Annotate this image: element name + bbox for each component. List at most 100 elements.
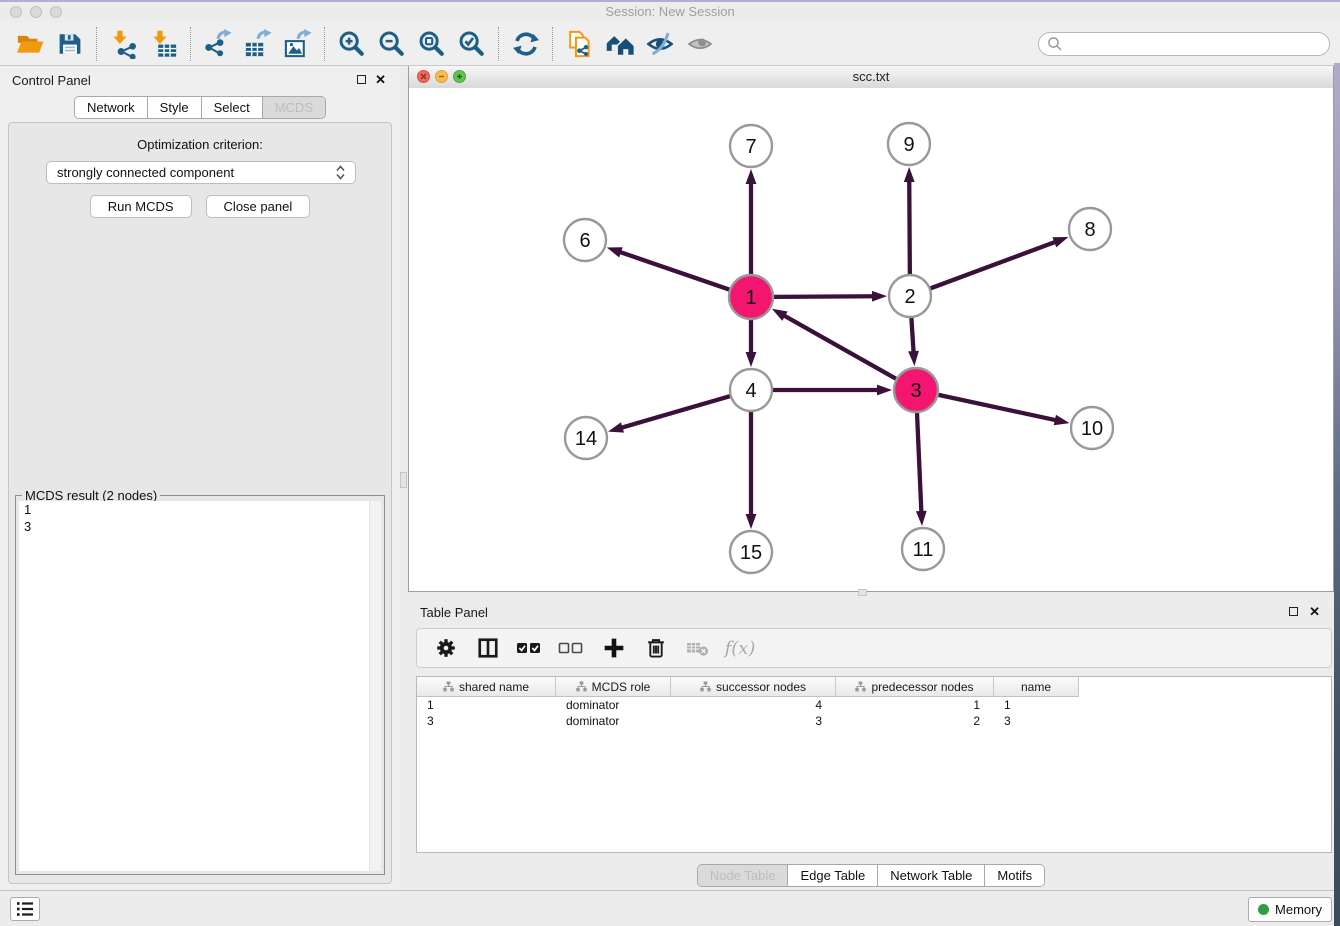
table-row[interactable]: 3dominator323 (417, 713, 1331, 729)
node-8[interactable]: 8 (1069, 208, 1111, 250)
memory-button[interactable]: Memory (1248, 897, 1332, 922)
show-all-networks-button[interactable] (600, 24, 640, 64)
apply-preferred-layout-button[interactable] (506, 24, 546, 64)
table-cell[interactable]: 2 (836, 714, 994, 728)
mcds-result-item[interactable]: 3 (19, 518, 381, 535)
table-row[interactable]: 1dominator411 (417, 697, 1331, 713)
scrollbar-track[interactable] (369, 501, 381, 871)
show-panels-button[interactable] (680, 24, 720, 64)
table-cell[interactable]: 3 (417, 714, 556, 728)
search-input[interactable] (1063, 35, 1321, 52)
float-table-panel-icon[interactable] (1289, 607, 1298, 616)
edge-3-1[interactable] (772, 309, 896, 379)
mcds-result-item[interactable]: 1 (19, 501, 381, 518)
column-header-name[interactable]: name (994, 677, 1079, 697)
minimize-window-button[interactable] (30, 6, 42, 18)
zoom-window-button[interactable] (50, 6, 62, 18)
node-1[interactable]: 1 (729, 275, 773, 319)
node-4[interactable]: 4 (730, 369, 772, 411)
vertical-splitter[interactable] (400, 66, 408, 890)
table-cell[interactable]: 3 (994, 714, 1079, 728)
tab-network[interactable]: Network (75, 97, 147, 118)
table-cell[interactable]: 1 (417, 698, 556, 712)
close-panel-icon[interactable]: ✕ (375, 73, 386, 87)
network-canvas[interactable]: 7 9 6 8 1 2 4 3 14 10 15 11 (409, 88, 1333, 591)
node-2[interactable]: 2 (889, 275, 931, 317)
table-cell[interactable]: 3 (671, 714, 836, 728)
deselect-all-button[interactable] (553, 630, 591, 666)
edge-2-8[interactable] (931, 237, 1069, 288)
duplicate-network-button[interactable] (560, 24, 600, 64)
horizontal-splitter-grip[interactable] (858, 589, 867, 596)
edge-1-4[interactable] (746, 320, 757, 367)
splitter-grip[interactable] (400, 472, 407, 488)
edge-1-7[interactable] (746, 169, 757, 274)
edge-4-14[interactable] (608, 396, 730, 432)
table-cell[interactable]: 4 (671, 698, 836, 712)
close-window-button[interactable] (10, 6, 22, 18)
delete-table-button[interactable] (679, 630, 717, 666)
select-all-button[interactable] (511, 630, 549, 666)
edge-2-9[interactable] (904, 167, 915, 274)
table-cell[interactable]: dominator (556, 698, 671, 712)
node-6[interactable]: 6 (564, 219, 606, 261)
export-table-button[interactable] (238, 24, 278, 64)
edge-1-2[interactable] (774, 291, 887, 302)
table-cell[interactable]: 1 (836, 698, 994, 712)
edge-4-3[interactable] (773, 385, 892, 396)
tab-network-table[interactable]: Network Table (877, 865, 984, 886)
node-14[interactable]: 14 (565, 417, 607, 459)
import-table-button[interactable] (144, 24, 184, 64)
toggle-table-panel-button[interactable] (469, 630, 507, 666)
node-7[interactable]: 7 (730, 125, 772, 167)
open-session-button[interactable] (10, 24, 50, 64)
close-view-icon[interactable] (417, 70, 430, 83)
edge-3-10[interactable] (938, 395, 1069, 425)
zoom-fit-button[interactable] (412, 24, 452, 64)
node-15[interactable]: 15 (730, 531, 772, 573)
tab-edge-table[interactable]: Edge Table (787, 865, 877, 886)
save-session-button[interactable] (50, 24, 90, 64)
tab-node-table[interactable]: Node Table (698, 865, 788, 886)
tab-style[interactable]: Style (147, 97, 201, 118)
zoom-out-button[interactable] (372, 24, 412, 64)
close-table-panel-icon[interactable]: ✕ (1309, 605, 1320, 619)
eye-gray-icon (685, 29, 715, 59)
delete-column-button[interactable] (637, 630, 675, 666)
float-panel-icon[interactable] (357, 75, 366, 84)
table-settings-button[interactable] (427, 630, 465, 666)
export-image-button[interactable] (278, 24, 318, 64)
export-network-button[interactable] (198, 24, 238, 64)
table-cell[interactable]: 1 (994, 698, 1079, 712)
task-history-button[interactable] (10, 897, 40, 921)
function-builder-button[interactable]: f(x) (721, 630, 759, 666)
tab-select[interactable]: Select (201, 97, 262, 118)
column-header-MCDS-role[interactable]: MCDS role (556, 677, 671, 697)
mcds-result-list[interactable]: 13 (19, 501, 381, 871)
node-9[interactable]: 9 (888, 123, 930, 165)
tab-mcds[interactable]: MCDS (262, 97, 325, 118)
zoom-in-button[interactable] (332, 24, 372, 64)
table-cell[interactable]: dominator (556, 714, 671, 728)
tab-motifs[interactable]: Motifs (984, 865, 1044, 886)
minimize-view-icon[interactable] (435, 70, 448, 83)
edge-4-15[interactable] (746, 412, 757, 529)
edge-3-11[interactable] (916, 413, 927, 526)
hide-panels-button[interactable] (640, 24, 680, 64)
close-panel-button[interactable]: Close panel (206, 195, 311, 218)
edge-1-6[interactable] (607, 247, 729, 289)
run-mcds-button[interactable]: Run MCDS (90, 195, 192, 218)
maximize-view-icon[interactable] (453, 70, 466, 83)
network-graph[interactable]: 7 9 6 8 1 2 4 3 14 10 15 11 (409, 88, 1333, 590)
column-header-shared-name[interactable]: shared name (417, 677, 556, 697)
add-column-button[interactable] (595, 630, 633, 666)
column-header-successor-nodes[interactable]: successor nodes (671, 677, 836, 697)
node-11[interactable]: 11 (902, 528, 944, 570)
column-header-predecessor-nodes[interactable]: predecessor nodes (836, 677, 994, 697)
zoom-selected-button[interactable] (452, 24, 492, 64)
criterion-select[interactable]: strongly connected component (46, 161, 356, 184)
node-3[interactable]: 3 (894, 368, 938, 412)
edge-2-3[interactable] (908, 318, 919, 366)
node-10[interactable]: 10 (1071, 407, 1113, 449)
import-network-button[interactable] (104, 24, 144, 64)
